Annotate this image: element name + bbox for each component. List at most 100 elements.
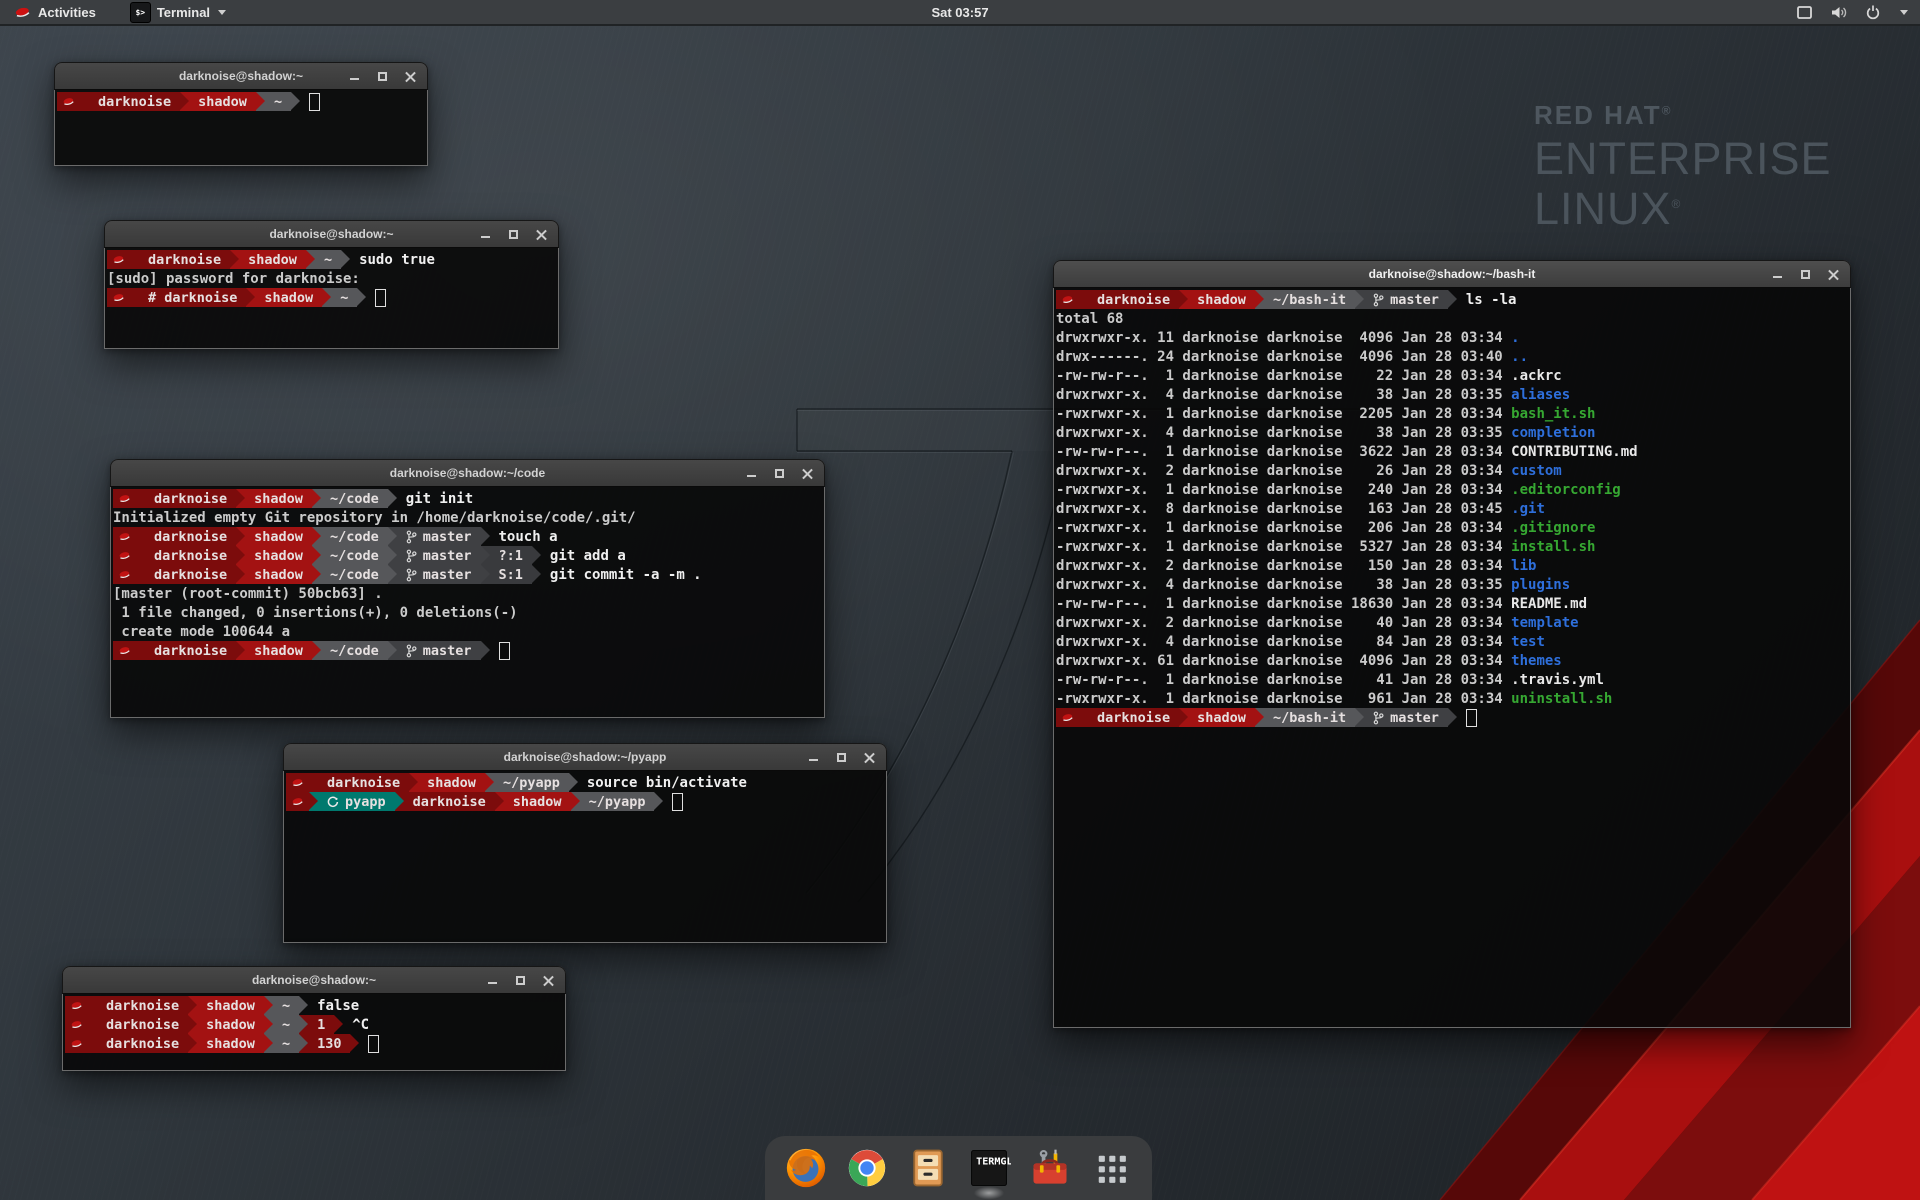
- output-text: [sudo] password for darknoise:: [107, 271, 360, 287]
- terminal-ls-line: drwx------. 24 darknoise darknoise 4096 …: [1056, 347, 1848, 366]
- output-text: Initialized empty Git repository in /hom…: [113, 510, 636, 526]
- terminal-content[interactable]: darknoiseshadow~: [55, 89, 427, 165]
- minimize-button[interactable]: [1772, 269, 1783, 280]
- maximize-button[interactable]: [377, 71, 388, 82]
- fedora-icon: [118, 549, 131, 562]
- terminal-content[interactable]: darknoiseshadow~/pyappsource bin/activat…: [284, 770, 886, 942]
- window-buttons: [349, 63, 416, 89]
- fedora-icon: [118, 644, 131, 657]
- dock-item-chrome[interactable]: [843, 1144, 891, 1192]
- dock-item-firefox[interactable]: [782, 1144, 830, 1192]
- window-title: darknoise@shadow:~: [269, 227, 393, 241]
- maximize-button[interactable]: [774, 468, 785, 479]
- terminal-prompt-line: darknoiseshadow~/codegit init: [113, 489, 822, 508]
- top-bar: Activities $> Terminal Sat 03:57: [0, 0, 1920, 26]
- close-button[interactable]: [864, 752, 875, 763]
- prompt-segment: ?:1: [490, 546, 532, 565]
- ls-filename: template: [1511, 615, 1578, 631]
- activities-button[interactable]: Activities: [8, 0, 102, 24]
- terminal-content[interactable]: darknoiseshadow~/bash-itmasterls -latota…: [1054, 287, 1850, 1027]
- focused-app-indicator[interactable]: $> Terminal: [124, 0, 232, 24]
- minimize-button[interactable]: [349, 71, 360, 82]
- minimize-button[interactable]: [746, 468, 757, 479]
- terminal-content[interactable]: darknoiseshadow~sudo true[sudo] password…: [105, 247, 558, 348]
- prompt-segment: ~: [273, 1034, 299, 1053]
- terminal-content[interactable]: darknoiseshadow~/codegit initInitialized…: [111, 486, 824, 717]
- git-branch-icon: [406, 549, 417, 563]
- prompt-segment-text: shadow: [206, 1017, 255, 1033]
- powerline-arrow: [188, 1015, 197, 1034]
- output-text: [master (root-commit) 50bcb63] .: [113, 586, 383, 602]
- prompt-segment-text: 1: [317, 1017, 325, 1033]
- window-titlebar[interactable]: darknoise@shadow:~: [62, 966, 566, 994]
- close-button[interactable]: [536, 229, 547, 240]
- ls-columns: drwx------. 24 darknoise darknoise 4096 …: [1056, 349, 1511, 365]
- window-titlebar[interactable]: darknoise@shadow:~/pyapp: [283, 743, 887, 771]
- prompt-segment: [286, 792, 309, 811]
- clock[interactable]: Sat 03:57: [931, 5, 988, 20]
- maximize-button[interactable]: [1800, 269, 1811, 280]
- powerline-arrow: [299, 1034, 308, 1053]
- close-button[interactable]: [405, 71, 416, 82]
- maximize-button[interactable]: [515, 975, 526, 986]
- chevron-down-icon: [1900, 10, 1908, 15]
- git-branch-icon: [1373, 711, 1384, 725]
- dock-item-files[interactable]: [904, 1144, 952, 1192]
- window-titlebar[interactable]: darknoise@shadow:~/bash-it: [1053, 260, 1851, 288]
- terminal-app-icon: $>: [130, 2, 151, 23]
- terminal-output-line: 1 file changed, 0 insertions(+), 0 delet…: [113, 603, 822, 622]
- ls-columns: -rw-rw-r--. 1 darknoise darknoise 3622 J…: [1056, 444, 1511, 460]
- terminal-prompt-line: darknoiseshadow~/codemaster: [113, 641, 822, 660]
- terminal-ls-line: drwxrwxr-x. 4 darknoise darknoise 38 Jan…: [1056, 575, 1848, 594]
- dock-item-toolbox[interactable]: [1026, 1144, 1074, 1192]
- system-menu[interactable]: [1796, 0, 1920, 24]
- close-button[interactable]: [1828, 269, 1839, 280]
- prompt-segment-text: ~: [282, 1017, 290, 1033]
- terminal-prompt-line: darknoiseshadow~1^C: [65, 1015, 563, 1034]
- dock-item-terminal[interactable]: TERMGLYPHgt;: [965, 1144, 1013, 1192]
- maximize-button[interactable]: [508, 229, 519, 240]
- terminal-icon: TERMGLYPHgt;: [967, 1146, 1011, 1190]
- minimize-button[interactable]: [808, 752, 819, 763]
- powerline-arrow: [1255, 708, 1264, 727]
- minimize-button[interactable]: [487, 975, 498, 986]
- powerline-arrow: [312, 489, 321, 508]
- prompt-segment-text: ?:1: [499, 548, 523, 564]
- powerline-arrow: [236, 641, 245, 660]
- prompt-segment: 1: [308, 1015, 334, 1034]
- close-button[interactable]: [543, 975, 554, 986]
- powerline-arrow: [136, 565, 145, 584]
- powerline-arrow: [1255, 290, 1264, 309]
- minimize-button[interactable]: [480, 229, 491, 240]
- terminal-ls-line: drwxrwxr-x. 2 darknoise darknoise 150 Ja…: [1056, 556, 1848, 575]
- prompt-segment: shadow: [245, 489, 312, 508]
- prompt-segment: shadow: [245, 641, 312, 660]
- window-terminal-home-exit: darknoise@shadow:~darknoiseshadow~falsed…: [62, 966, 566, 1071]
- command-text: source bin/activate: [587, 775, 747, 791]
- window-buttons: [808, 744, 875, 770]
- window-titlebar[interactable]: darknoise@shadow:~: [54, 62, 428, 90]
- prompt-segment: ~: [273, 996, 299, 1015]
- command-text: touch a: [499, 529, 558, 545]
- prompt-segment: [107, 288, 130, 307]
- dock-item-app-grid[interactable]: [1087, 1144, 1135, 1192]
- prompt-segment-text: shadow: [513, 794, 562, 810]
- prompt-segment-text: ~/code: [330, 491, 379, 507]
- maximize-button[interactable]: [836, 752, 847, 763]
- ls-filename: bash_it.sh: [1511, 406, 1595, 422]
- cursor-block: [309, 93, 320, 111]
- close-button[interactable]: [802, 468, 813, 479]
- window-titlebar[interactable]: darknoise@shadow:~: [104, 220, 559, 248]
- powerline-arrow: [264, 996, 273, 1015]
- terminal-ls-line: -rw-rw-r--. 1 darknoise darknoise 18630 …: [1056, 594, 1848, 613]
- window-titlebar[interactable]: darknoise@shadow:~/code: [110, 459, 825, 487]
- terminal-output-line: [sudo] password for darknoise:: [107, 269, 556, 288]
- ls-filename: CONTRIBUTING.md: [1511, 444, 1637, 460]
- terminal-ls-line: drwxrwxr-x. 4 darknoise darknoise 38 Jan…: [1056, 385, 1848, 404]
- powerline-arrow: [388, 641, 397, 660]
- powerline-arrow: [1448, 290, 1457, 309]
- terminal-content[interactable]: darknoiseshadow~falsedarknoiseshadow~1^C…: [63, 993, 565, 1070]
- terminal-ls-line: -rw-rw-r--. 1 darknoise darknoise 3622 J…: [1056, 442, 1848, 461]
- terminal-ls-line: -rwxrwxr-x. 1 darknoise darknoise 2205 J…: [1056, 404, 1848, 423]
- terminal-prompt-line: darknoiseshadow~/codemasterS:1git commit…: [113, 565, 822, 584]
